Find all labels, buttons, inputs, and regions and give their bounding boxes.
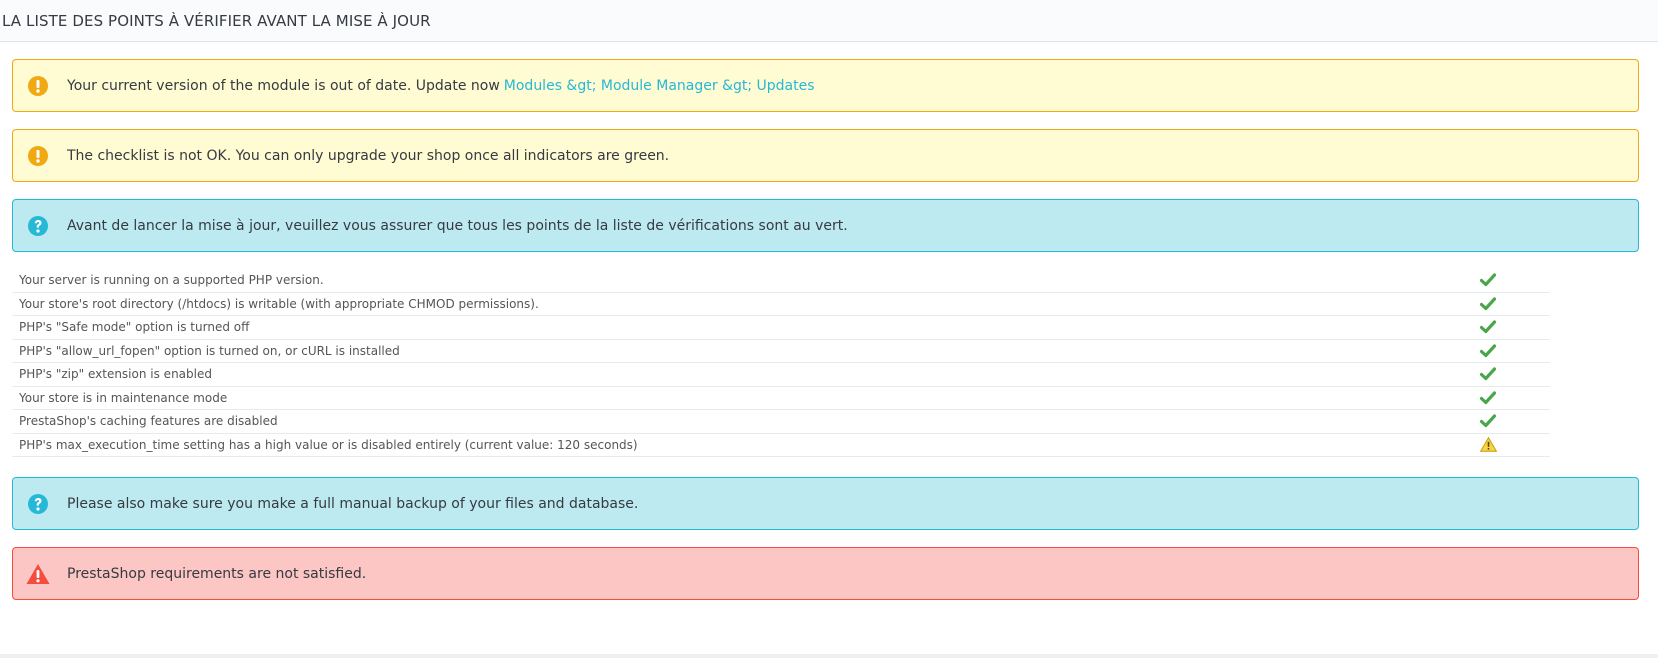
requirements-danger-text: PrestaShop requirements are not satisfie… (67, 565, 367, 582)
checklist-table: Your server is running on a supported PH… (12, 269, 1550, 457)
checklist-row: PHP's max_execution_time setting has a h… (12, 434, 1550, 457)
backup-info-alert: Please also make sure you make a full ma… (12, 477, 1639, 530)
checklist-item-label: PHP's "allow_url_fopen" option is turned… (19, 343, 400, 358)
checklist-row: PrestaShop's caching features are disabl… (12, 410, 1550, 434)
checklist-item-status (1480, 320, 1550, 334)
checklist-item-label: PrestaShop's caching features are disabl… (19, 414, 278, 429)
checklist-row: PHP's "allow_url_fopen" option is turned… (12, 340, 1550, 363)
check-icon (1480, 367, 1496, 381)
module-manager-updates-link[interactable]: Modules &gt; Module Manager &gt; Updates (504, 78, 815, 94)
requirements-danger-alert: PrestaShop requirements are not satisfie… (12, 547, 1639, 600)
checklist-item-label: Your store's root directory (/htdocs) is… (19, 296, 539, 311)
bottom-divider (0, 654, 1658, 658)
checklist-item-label: Your server is running on a supported PH… (19, 273, 324, 288)
checklist-item-status (1480, 273, 1550, 287)
warning-triangle-icon (26, 563, 50, 584)
check-icon (1480, 273, 1496, 287)
check-icon (1480, 297, 1496, 310)
question-circle-icon (28, 215, 48, 236)
checklist-not-ok-alert: The checklist is not OK. You can only up… (12, 129, 1639, 182)
panel-header: LA LISTE DES POINTS À VÉRIFIER AVANT LA … (0, 0, 1658, 42)
check-icon (1480, 391, 1496, 404)
checklist-item-status (1480, 437, 1550, 453)
exclamation-circle-icon (28, 145, 48, 166)
backup-info-text: Please also make sure you make a full ma… (67, 495, 639, 512)
question-circle-icon (28, 493, 48, 514)
checklist-item-status (1480, 367, 1550, 381)
checklist-row: Your store's root directory (/htdocs) is… (12, 293, 1550, 316)
checklist-item-status (1480, 344, 1550, 358)
all-green-info-text: Avant de lancer la mise à jour, veuillez… (67, 217, 848, 234)
checklist-row: PHP's "zip" extension is enabled (12, 363, 1550, 387)
module-outdated-text: Your current version of the module is ou… (67, 77, 500, 94)
checklist-item-label: PHP's "Safe mode" option is turned off (19, 320, 250, 335)
checklist-item-status (1480, 391, 1550, 405)
checklist-row: PHP's "Safe mode" option is turned off (12, 316, 1550, 340)
checklist-item-label: Your store is in maintenance mode (19, 390, 228, 405)
checklist-item-label: PHP's max_execution_time setting has a h… (19, 437, 638, 452)
checklist-row: Your store is in maintenance mode (12, 387, 1550, 410)
module-outdated-alert: Your current version of the module is ou… (12, 59, 1639, 112)
checklist-item-status (1480, 414, 1550, 428)
page-title: LA LISTE DES POINTS À VÉRIFIER AVANT LA … (2, 11, 431, 30)
all-green-info-alert: Avant de lancer la mise à jour, veuillez… (12, 199, 1639, 252)
warning-icon (1480, 437, 1497, 453)
check-icon (1480, 344, 1496, 357)
panel-content: Your current version of the module is ou… (0, 42, 1658, 600)
checklist-item-label: PHP's "zip" extension is enabled (19, 367, 212, 382)
checklist-item-status (1480, 297, 1550, 311)
check-icon (1480, 414, 1496, 428)
exclamation-circle-icon (28, 75, 48, 96)
checklist-not-ok-text: The checklist is not OK. You can only up… (67, 147, 670, 164)
check-icon (1480, 320, 1496, 334)
checklist-row: Your server is running on a supported PH… (12, 269, 1550, 293)
